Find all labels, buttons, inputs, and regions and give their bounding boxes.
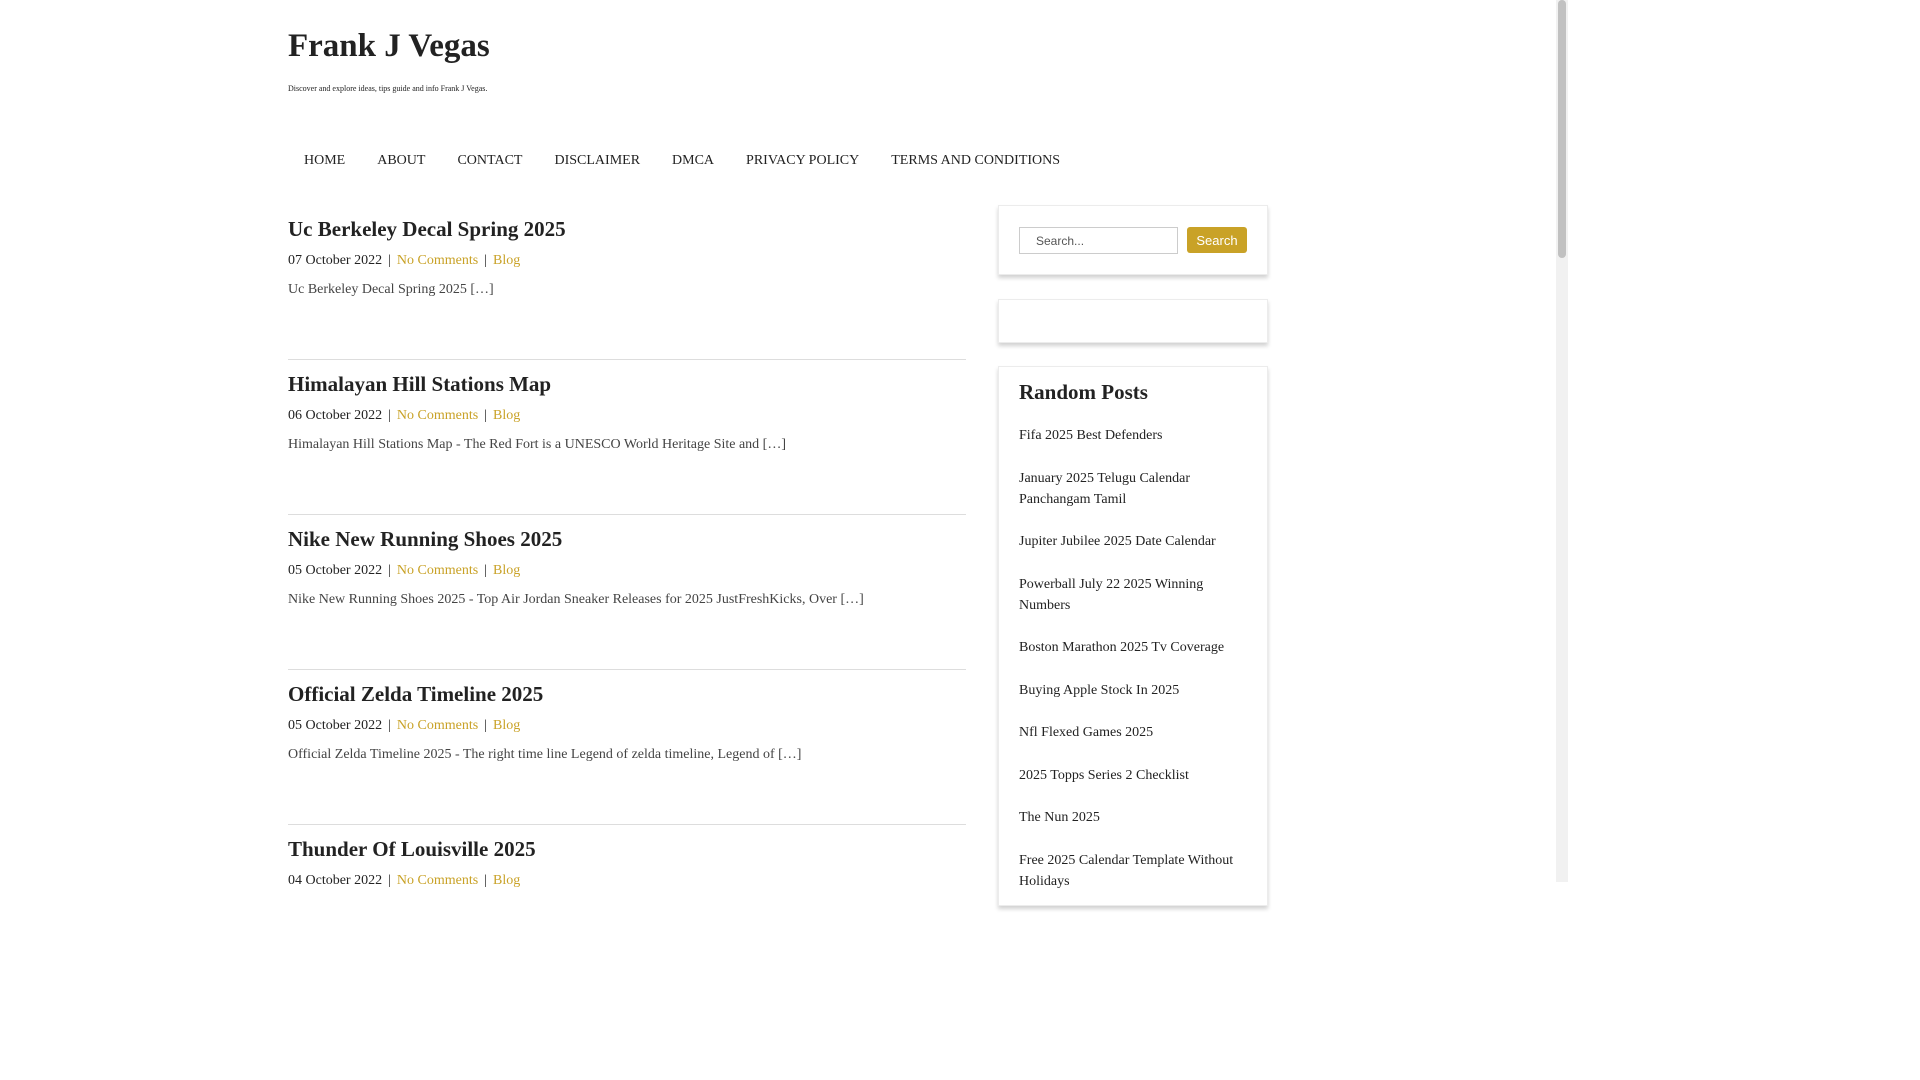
random-post-link[interactable]: Boston Marathon 2025 Tv Coverage xyxy=(1019,640,1224,655)
post-title[interactable]: Himalayan Hill Stations Map xyxy=(288,372,551,397)
post-title[interactable]: Official Zelda Timeline 2025 xyxy=(288,682,543,707)
post-item: Official Zelda Timeline 2025 05 October … xyxy=(288,670,966,825)
search-button[interactable]: Search xyxy=(1187,227,1247,253)
main-nav: HOME ABOUT CONTACT DISCLAIMER DMCA PRIVA… xyxy=(288,150,1076,172)
list-item: Free 2025 Calendar Template Without Holi… xyxy=(1019,850,1251,892)
random-posts-widget: Random Posts Fifa 2025 Best Defenders Ja… xyxy=(998,366,1268,906)
list-item: January 2025 Telugu Calendar Panchangam … xyxy=(1019,468,1251,510)
page-scrollbar[interactable] xyxy=(1556,0,1568,882)
nav-disclaimer[interactable]: DISCLAIMER xyxy=(538,150,656,172)
list-item: Buying Apple Stock In 2025 xyxy=(1019,680,1251,701)
list-item: Nfl Flexed Games 2025 xyxy=(1019,722,1251,743)
list-item: Powerball July 22 2025 Winning Numbers xyxy=(1019,574,1251,616)
random-posts-heading: Random Posts xyxy=(1019,380,1148,404)
random-post-link[interactable]: Fifa 2025 Best Defenders xyxy=(1019,428,1162,443)
search-widget: Search xyxy=(998,205,1268,275)
nav-home[interactable]: HOME xyxy=(288,150,361,172)
random-post-link[interactable]: Nfl Flexed Games 2025 xyxy=(1019,725,1153,740)
post-category-link[interactable]: Blog xyxy=(493,718,520,733)
post-category-link[interactable]: Blog xyxy=(493,408,520,423)
post-comments-link[interactable]: No Comments xyxy=(397,563,478,578)
post-category-link[interactable]: Blog xyxy=(493,253,520,268)
list-item: Jupiter Jubilee 2025 Date Calendar xyxy=(1019,531,1251,552)
post-date: 06 October 2022 xyxy=(288,408,383,423)
post-meta: 04 October 2022 | No Comments | Blog xyxy=(288,873,521,888)
post-comments-link[interactable]: No Comments xyxy=(397,873,478,888)
post-list: Uc Berkeley Decal Spring 2025 07 October… xyxy=(288,205,966,980)
empty-widget xyxy=(998,299,1268,343)
nav-dmca[interactable]: DMCA xyxy=(656,150,730,172)
post-category-link[interactable]: Blog xyxy=(493,873,520,888)
random-post-link[interactable]: Powerball July 22 2025 Winning Numbers xyxy=(1019,577,1203,613)
post-comments-link[interactable]: No Comments xyxy=(397,408,478,423)
post-category-link[interactable]: Blog xyxy=(493,563,520,578)
post-meta: 06 October 2022 | No Comments | Blog xyxy=(288,408,521,423)
post-comments-link[interactable]: No Comments xyxy=(397,253,478,268)
post-item: Himalayan Hill Stations Map 06 October 2… xyxy=(288,360,966,515)
post-meta: 07 October 2022 | No Comments | Blog xyxy=(288,253,521,268)
random-posts-list: Fifa 2025 Best Defenders January 2025 Te… xyxy=(1019,425,1251,913)
site-title[interactable]: Frank J Vegas xyxy=(288,27,490,67)
search-input[interactable] xyxy=(1019,227,1178,254)
post-excerpt: Nike New Running Shoes 2025 - Top Air Jo… xyxy=(288,592,864,607)
post-title[interactable]: Nike New Running Shoes 2025 xyxy=(288,527,562,552)
nav-privacy-policy[interactable]: PRIVACY POLICY xyxy=(730,150,875,172)
random-post-link[interactable]: Buying Apple Stock In 2025 xyxy=(1019,683,1179,698)
list-item: 2025 Topps Series 2 Checklist xyxy=(1019,765,1251,786)
nav-about[interactable]: ABOUT xyxy=(361,150,441,172)
post-title[interactable]: Uc Berkeley Decal Spring 2025 xyxy=(288,217,566,242)
post-date: 05 October 2022 xyxy=(288,718,383,733)
page-container: Frank J Vegas Discover and explore ideas… xyxy=(288,0,1268,906)
nav-contact[interactable]: CONTACT xyxy=(441,150,538,172)
post-item: Thunder Of Louisville 2025 04 October 20… xyxy=(288,825,966,980)
random-post-link[interactable]: Jupiter Jubilee 2025 Date Calendar xyxy=(1019,534,1216,549)
list-item: Fifa 2025 Best Defenders xyxy=(1019,425,1251,446)
nav-terms-and-conditions[interactable]: TERMS AND CONDITIONS xyxy=(875,150,1076,172)
post-meta: 05 October 2022 | No Comments | Blog xyxy=(288,718,521,733)
random-post-link[interactable]: January 2025 Telugu Calendar Panchangam … xyxy=(1019,471,1190,507)
list-item: Boston Marathon 2025 Tv Coverage xyxy=(1019,637,1251,658)
post-item: Nike New Running Shoes 2025 05 October 2… xyxy=(288,515,966,670)
post-date: 05 October 2022 xyxy=(288,563,383,578)
site-description: Discover and explore ideas, tips guide a… xyxy=(288,84,488,93)
post-item: Uc Berkeley Decal Spring 2025 07 October… xyxy=(288,205,966,360)
random-post-link[interactable]: The Nun 2025 xyxy=(1019,810,1100,825)
post-date: 07 October 2022 xyxy=(288,253,383,268)
post-excerpt: Himalayan Hill Stations Map - The Red Fo… xyxy=(288,437,787,452)
random-post-link[interactable]: Free 2025 Calendar Template Without Holi… xyxy=(1019,853,1233,889)
scrollbar-thumb[interactable] xyxy=(1558,0,1566,258)
post-excerpt: Official Zelda Timeline 2025 - The right… xyxy=(288,747,802,762)
post-title[interactable]: Thunder Of Louisville 2025 xyxy=(288,837,536,862)
post-meta: 05 October 2022 | No Comments | Blog xyxy=(288,563,521,578)
post-date: 04 October 2022 xyxy=(288,873,383,888)
random-post-link[interactable]: 2025 Topps Series 2 Checklist xyxy=(1019,768,1189,783)
post-excerpt: Uc Berkeley Decal Spring 2025 […] xyxy=(288,282,494,297)
post-comments-link[interactable]: No Comments xyxy=(397,718,478,733)
list-item: The Nun 2025 xyxy=(1019,807,1251,828)
